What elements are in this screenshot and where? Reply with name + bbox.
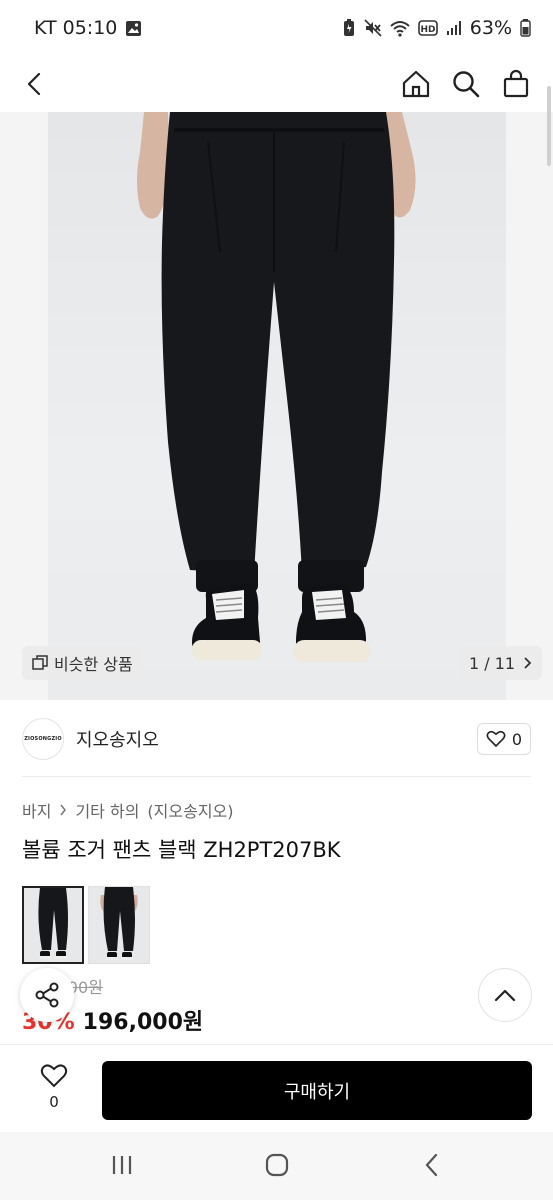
thumbnail-strip <box>22 886 150 964</box>
bottom-action-bar: 0 구매하기 <box>0 1044 553 1132</box>
breadcrumb: 바지 기타 하의 (지오송지오) <box>22 798 234 822</box>
back-icon[interactable] <box>24 71 44 97</box>
wish-button[interactable]: 0 <box>32 1063 76 1111</box>
breadcrumb-item-brand[interactable]: (지오송지오) <box>147 798 233 822</box>
home-circle-icon[interactable] <box>264 1152 290 1178</box>
divider <box>22 776 531 777</box>
sale-price: 196,000원 <box>82 1010 204 1035</box>
store-row[interactable]: ZIOSONGZIO 지오송지오 0 <box>22 715 531 763</box>
carrier-time: KT 05:10 <box>34 17 118 39</box>
store-like-button[interactable]: 0 <box>476 723 531 755</box>
store-logo-text: ZIOSONGZIO <box>24 736 62 742</box>
signal-icon <box>446 20 462 36</box>
page-indicator-text: 1 / 11 <box>469 653 516 673</box>
search-icon[interactable] <box>451 69 481 99</box>
top-nav <box>0 56 553 112</box>
chevron-up-icon <box>494 988 516 1002</box>
similar-label: 비슷한 상품 <box>54 655 133 674</box>
share-button[interactable] <box>20 968 74 1022</box>
thumbnail-back[interactable] <box>88 886 150 964</box>
battery-saver-icon <box>342 19 356 37</box>
hd-icon: HD <box>417 20 438 36</box>
battery-icon <box>520 19 531 37</box>
similar-icon <box>32 655 48 671</box>
svg-text:HD: HD <box>420 25 435 35</box>
scrollbar[interactable] <box>547 86 551 166</box>
chevron-right-icon <box>59 804 67 816</box>
heart-icon <box>40 1063 68 1089</box>
product-image-carousel[interactable]: 비슷한 상품 1 / 11 <box>0 112 553 700</box>
buy-button[interactable]: 구매하기 <box>102 1061 532 1120</box>
heart-icon <box>486 730 506 748</box>
product-title: 볼륨 조거 팬츠 블랙 ZH2PT207BK <box>22 838 341 862</box>
thumbnail-front[interactable] <box>22 886 84 964</box>
mute-icon <box>364 19 382 37</box>
store-logo[interactable]: ZIOSONGZIO <box>22 718 64 760</box>
store-like-count: 0 <box>511 729 522 749</box>
product-photo <box>48 112 506 700</box>
breadcrumb-item-category[interactable]: 바지 <box>22 798 51 822</box>
share-icon <box>33 981 61 1009</box>
chevron-right-icon <box>523 656 532 670</box>
breadcrumb-item-subcategory[interactable]: 기타 하의 <box>75 798 139 822</box>
recent-apps-icon[interactable] <box>110 1152 134 1178</box>
similar-products-button[interactable]: 비슷한 상품 <box>22 646 143 680</box>
gallery-icon <box>125 20 142 37</box>
system-nav-bar <box>0 1132 553 1200</box>
wifi-icon <box>390 20 410 37</box>
scroll-top-button[interactable] <box>478 968 532 1022</box>
status-bar: KT 05:10 HD 63% <box>0 0 553 56</box>
page-indicator[interactable]: 1 / 11 <box>459 646 543 680</box>
wish-count: 0 <box>49 1093 59 1111</box>
battery-percent: 63% <box>469 17 512 39</box>
shopping-bag-icon[interactable] <box>501 69 531 99</box>
home-icon[interactable] <box>401 69 431 99</box>
back-chevron-icon[interactable] <box>422 1152 442 1178</box>
store-name[interactable]: 지오송지오 <box>76 726 159 752</box>
